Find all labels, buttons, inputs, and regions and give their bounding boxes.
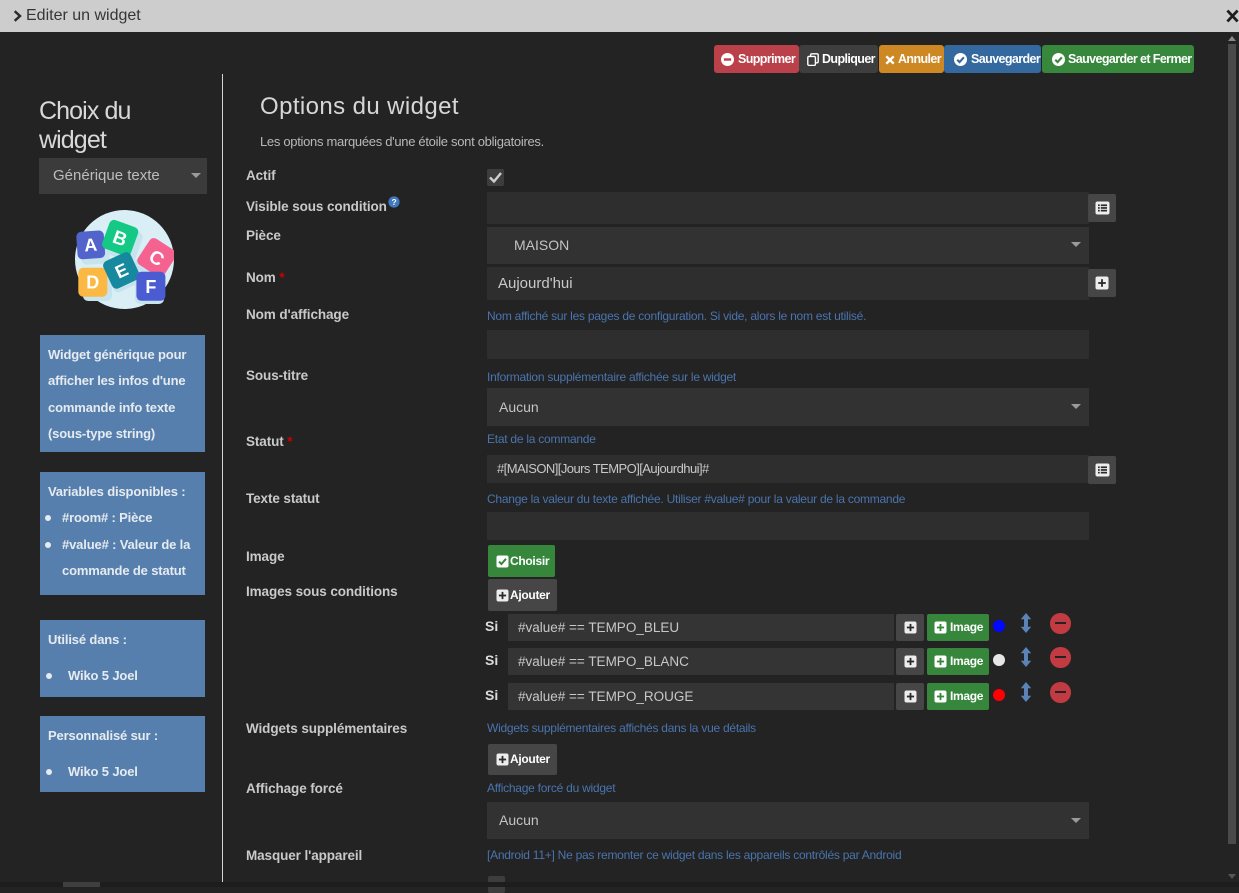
svg-text:?: ? xyxy=(392,197,397,207)
svg-text:F: F xyxy=(145,277,156,297)
svg-text:D: D xyxy=(86,273,99,293)
svg-text:A: A xyxy=(84,235,98,256)
